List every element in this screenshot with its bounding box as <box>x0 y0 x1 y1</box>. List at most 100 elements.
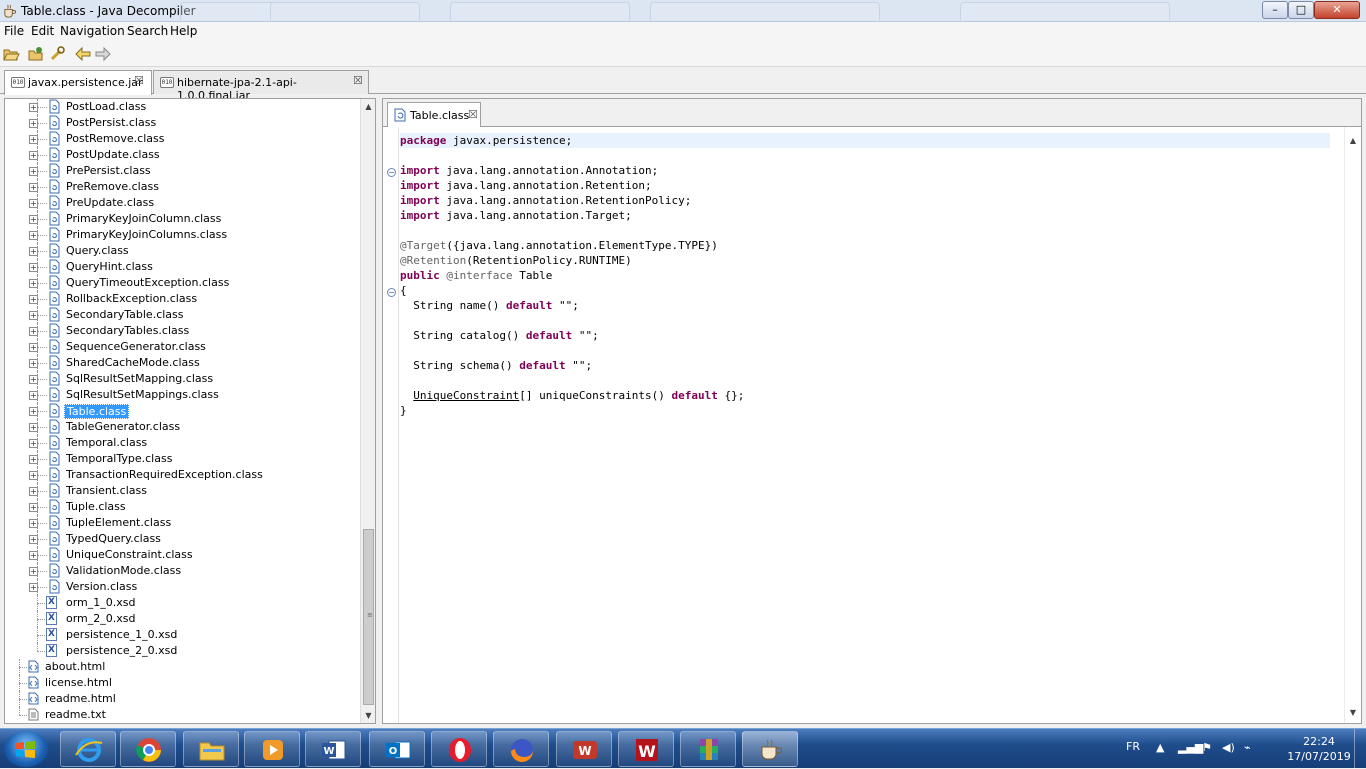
start-button[interactable] <box>4 731 48 767</box>
expand-icon[interactable]: + <box>29 103 38 112</box>
tree-item[interactable]: readme.html <box>5 691 361 707</box>
tree-item[interactable]: + Version.class <box>5 579 361 595</box>
tree-item[interactable]: + Temporal.class <box>5 435 361 451</box>
fold-toggle-icon[interactable]: − <box>387 168 396 177</box>
taskbar-app-button[interactable]: O <box>369 731 425 767</box>
fold-toggle-icon[interactable]: − <box>387 288 396 297</box>
minimize-button[interactable]: – <box>1262 1 1288 19</box>
taskbar-app-button[interactable] <box>680 731 736 767</box>
tree-item[interactable]: + SequenceGenerator.class <box>5 339 361 355</box>
menu-help[interactable]: Help <box>168 24 199 38</box>
expand-icon[interactable]: + <box>29 151 38 160</box>
tab-javax-persistence-jar[interactable]: 010 javax.persistence.jar ☒ <box>4 70 152 95</box>
menu-search[interactable]: Search <box>125 24 170 38</box>
scroll-up-arrow-icon[interactable]: ▲ <box>361 99 375 114</box>
taskbar-app-button[interactable] <box>244 731 300 767</box>
power-plug-icon[interactable]: ⌁ <box>1244 741 1251 754</box>
scroll-down-arrow-icon[interactable]: ▼ <box>361 708 375 723</box>
taskbar-app-button[interactable] <box>742 731 798 767</box>
expand-icon[interactable]: + <box>29 423 38 432</box>
expand-icon[interactable]: + <box>29 455 38 464</box>
tree-item[interactable]: readme.txt <box>5 707 361 723</box>
tab-hibernate-jpa-jar[interactable]: 010 hibernate-jpa-2.1-api-1.0.0.final.ja… <box>153 70 369 102</box>
expand-icon[interactable]: + <box>29 199 38 208</box>
tree-item[interactable]: Xpersistence_2_0.xsd <box>5 643 361 659</box>
taskbar-app-button[interactable]: W <box>556 731 612 767</box>
expand-icon[interactable]: + <box>29 407 38 416</box>
tab-table-class[interactable]: Table.class ☒ <box>387 102 481 127</box>
clock[interactable]: 22:24 17/07/2019 <box>1280 734 1358 764</box>
tree-item[interactable]: + QueryHint.class <box>5 259 361 275</box>
find-icon[interactable] <box>48 45 66 63</box>
expand-icon[interactable]: + <box>29 215 38 224</box>
tree-item[interactable]: + PreUpdate.class <box>5 195 361 211</box>
tree-item[interactable]: + PostRemove.class <box>5 131 361 147</box>
scroll-up-arrow-icon[interactable]: ▲ <box>1345 133 1361 149</box>
tree-item[interactable]: about.html <box>5 659 361 675</box>
expand-icon[interactable]: + <box>29 119 38 128</box>
expand-icon[interactable]: + <box>29 359 38 368</box>
tree-item[interactable]: + TupleElement.class <box>5 515 361 531</box>
language-indicator[interactable]: FR <box>1126 740 1140 753</box>
expand-icon[interactable]: + <box>29 231 38 240</box>
menu-navigation[interactable]: Navigation <box>58 24 127 38</box>
tree-item[interactable]: + PreRemove.class <box>5 179 361 195</box>
tree-item[interactable]: + Query.class <box>5 243 361 259</box>
taskbar-app-button[interactable] <box>431 731 487 767</box>
tree-item[interactable]: + TransactionRequiredException.class <box>5 467 361 483</box>
tree-item[interactable]: + TemporalType.class <box>5 451 361 467</box>
network-signal-icon[interactable]: ▂▄▆ <box>1178 741 1203 754</box>
volume-icon[interactable]: ◀) <box>1222 741 1235 754</box>
close-tab-icon[interactable]: ☒ <box>468 108 478 121</box>
tree-item[interactable]: + SqlResultSetMappings.class <box>5 387 361 403</box>
expand-icon[interactable]: + <box>29 327 38 336</box>
menu-edit[interactable]: Edit <box>29 24 56 38</box>
forward-icon[interactable] <box>94 45 112 63</box>
expand-icon[interactable]: + <box>29 391 38 400</box>
close-tab-icon[interactable]: ☒ <box>134 74 144 87</box>
tree-item[interactable]: + SqlResultSetMapping.class <box>5 371 361 387</box>
expand-icon[interactable]: + <box>29 471 38 480</box>
expand-icon[interactable]: + <box>29 519 38 528</box>
tree-item[interactable]: license.html <box>5 675 361 691</box>
tree-item[interactable]: Xorm_2_0.xsd <box>5 611 361 627</box>
expand-icon[interactable]: + <box>29 487 38 496</box>
show-hidden-icons-icon[interactable]: ▲ <box>1156 741 1164 754</box>
action-center-flag-icon[interactable]: ⚑ <box>1202 741 1212 754</box>
back-icon[interactable] <box>74 45 92 63</box>
tree-item[interactable]: + TypedQuery.class <box>5 531 361 547</box>
scrollbar-thumb[interactable]: ≡ <box>363 529 374 705</box>
expand-icon[interactable]: + <box>29 583 38 592</box>
expand-icon[interactable]: + <box>29 295 38 304</box>
close-tab-icon[interactable]: ☒ <box>353 74 363 87</box>
expand-icon[interactable]: + <box>29 311 38 320</box>
expand-icon[interactable]: + <box>29 503 38 512</box>
expand-icon[interactable]: + <box>29 135 38 144</box>
expand-icon[interactable]: + <box>29 343 38 352</box>
taskbar-app-button[interactable] <box>60 731 116 767</box>
tree-item[interactable]: + ValidationMode.class <box>5 563 361 579</box>
show-desktop-button[interactable] <box>1354 729 1366 769</box>
expand-icon[interactable]: + <box>29 551 38 560</box>
tree-item[interactable]: Xorm_1_0.xsd <box>5 595 361 611</box>
tree-item[interactable]: + PrimaryKeyJoinColumns.class <box>5 227 361 243</box>
tree-item[interactable]: + TableGenerator.class <box>5 419 361 435</box>
close-button[interactable]: ✕ <box>1314 1 1360 19</box>
tree-item[interactable]: + PrimaryKeyJoinColumn.class <box>5 211 361 227</box>
tree-scrollbar[interactable]: ▲ ≡ ▼ <box>360 99 375 723</box>
tree-item[interactable]: + RollbackException.class <box>5 291 361 307</box>
tree-item[interactable]: Xpersistence_1_0.xsd <box>5 627 361 643</box>
taskbar-app-button[interactable] <box>183 731 239 767</box>
taskbar-app-button[interactable]: W <box>305 731 361 767</box>
editor-scrollbar[interactable]: ▲ ▼ <box>1344 127 1361 723</box>
taskbar-app-button[interactable]: W <box>618 731 674 767</box>
scroll-down-arrow-icon[interactable]: ▼ <box>1345 705 1361 721</box>
tree-item[interactable]: + PrePersist.class <box>5 163 361 179</box>
taskbar-app-button[interactable] <box>120 731 176 767</box>
tree-item[interactable]: + Table.class <box>5 403 361 419</box>
expand-icon[interactable]: + <box>29 263 38 272</box>
expand-icon[interactable]: + <box>29 375 38 384</box>
expand-icon[interactable]: + <box>29 439 38 448</box>
code-editor[interactable]: − − ▲ ▼ package javax.persistence; import… <box>383 127 1361 723</box>
open-file-icon[interactable] <box>2 45 20 63</box>
